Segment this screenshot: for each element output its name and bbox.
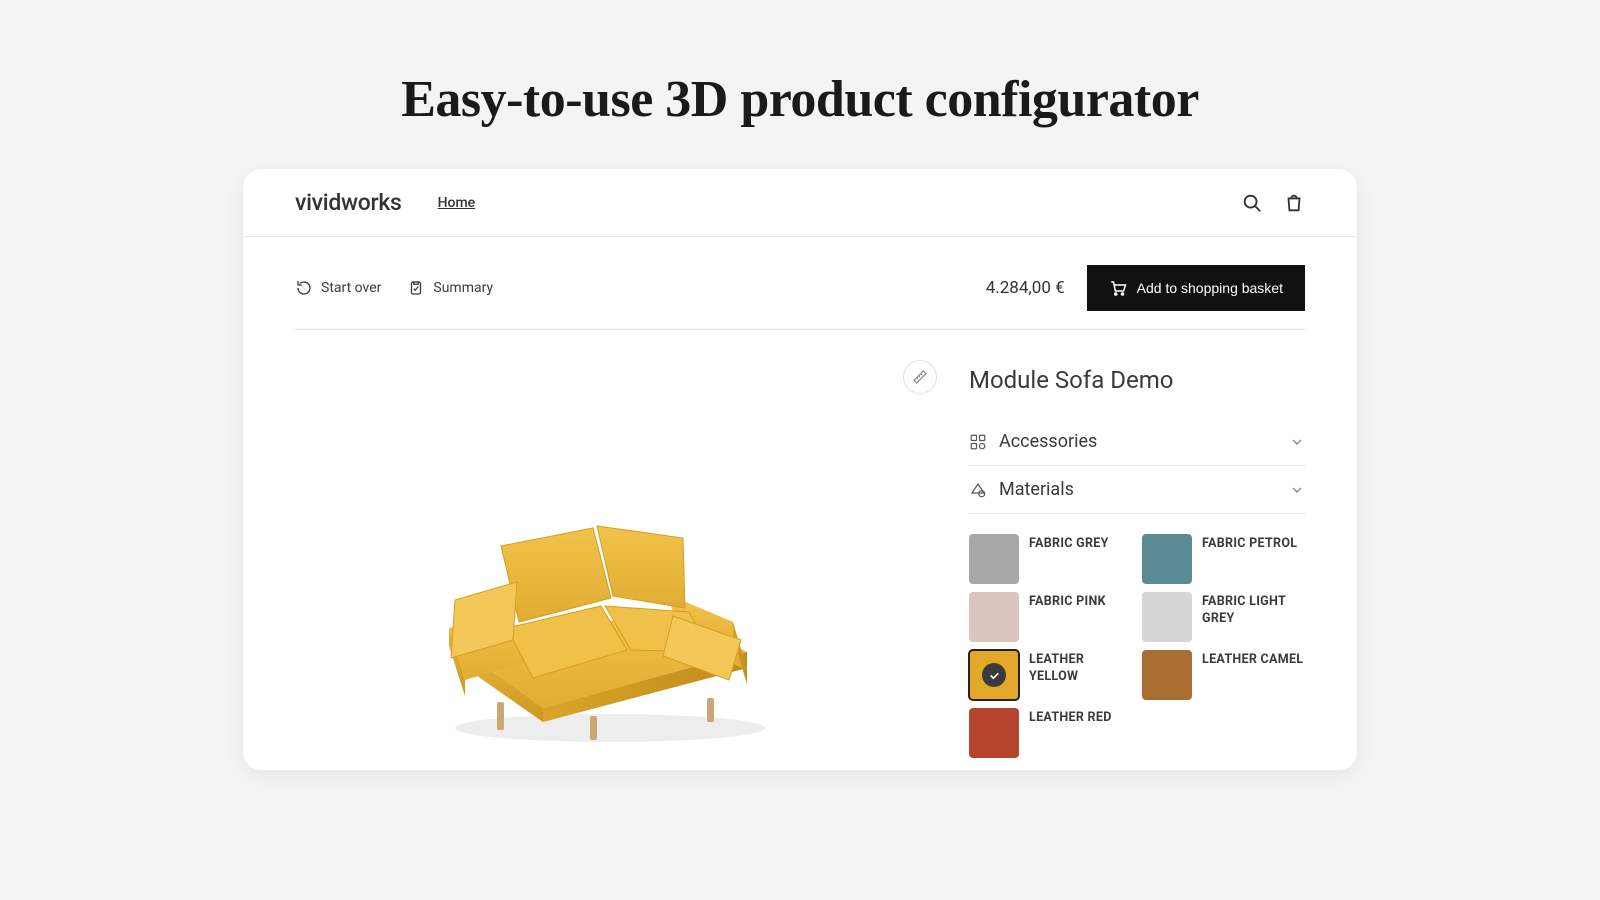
chevron-down-icon: [1289, 482, 1305, 498]
add-to-basket-button[interactable]: Add to shopping basket: [1087, 265, 1305, 311]
content-area: Module Sofa Demo Accessories Materials F…: [243, 330, 1357, 770]
measure-tool-button[interactable]: [903, 360, 937, 394]
ruler-icon: [912, 369, 928, 385]
product-title: Module Sofa Demo: [969, 366, 1305, 394]
chevron-down-icon: [1289, 434, 1305, 450]
cart-icon: [1109, 279, 1127, 297]
swatch-fabric-petrol[interactable]: FABRIC PETROL: [1142, 534, 1305, 584]
actionbar: Start over Summary 4.284,00 € Add to sho…: [243, 237, 1357, 329]
accessories-icon: [969, 433, 987, 451]
bag-icon[interactable]: [1283, 192, 1305, 214]
swatch-color: [969, 592, 1019, 642]
summary-label: Summary: [433, 280, 493, 296]
product-3d-preview[interactable]: [415, 490, 795, 750]
materials-icon: [969, 481, 987, 499]
brand-logo[interactable]: vividworks: [295, 189, 402, 216]
swatch-color: [1142, 534, 1192, 584]
swatch-leather-red[interactable]: LEATHER RED: [969, 708, 1132, 758]
accessories-label: Accessories: [999, 431, 1289, 452]
swatch-grid: FABRIC GREY FABRIC PETROL FABRIC PINK FABRI…: [969, 534, 1305, 758]
swatch-color: [1142, 650, 1192, 700]
accordion-materials[interactable]: Materials: [969, 466, 1305, 514]
add-to-basket-label: Add to shopping basket: [1137, 280, 1283, 296]
swatch-fabric-grey[interactable]: FABRIC GREY: [969, 534, 1132, 584]
price-display: 4.284,00 €: [986, 278, 1065, 298]
configurator-card: vividworks Home Start over Summary 4.284…: [243, 169, 1357, 770]
swatch-color: [969, 534, 1019, 584]
materials-label: Materials: [999, 479, 1289, 500]
swatch-label: FABRIC GREY: [1029, 534, 1109, 553]
check-icon: [982, 663, 1006, 687]
swatch-label: LEATHER CAMEL: [1202, 650, 1303, 669]
summary-button[interactable]: Summary: [407, 279, 493, 297]
swatch-label: LEATHER YELLOW: [1029, 650, 1132, 686]
restart-icon: [295, 279, 313, 297]
swatch-fabric-light-grey[interactable]: FABRIC LIGHT GREY: [1142, 592, 1305, 642]
accordion-accessories[interactable]: Accessories: [969, 418, 1305, 466]
swatch-color: [969, 708, 1019, 758]
topbar: vividworks Home: [243, 169, 1357, 237]
nav-home[interactable]: Home: [438, 195, 476, 211]
clipboard-icon: [407, 279, 425, 297]
swatch-color: [969, 650, 1019, 700]
swatch-label: LEATHER RED: [1029, 708, 1112, 727]
page-title: Easy-to-use 3D product configurator: [0, 0, 1600, 169]
swatch-label: FABRIC PINK: [1029, 592, 1106, 611]
swatch-label: FABRIC LIGHT GREY: [1202, 592, 1305, 628]
swatch-color: [1142, 592, 1192, 642]
side-panel: Module Sofa Demo Accessories Materials F…: [955, 348, 1305, 770]
swatch-leather-yellow[interactable]: LEATHER YELLOW: [969, 650, 1132, 700]
start-over-label: Start over: [321, 280, 381, 296]
product-viewport[interactable]: [295, 348, 955, 770]
start-over-button[interactable]: Start over: [295, 279, 381, 297]
swatch-label: FABRIC PETROL: [1202, 534, 1297, 553]
search-icon[interactable]: [1241, 192, 1263, 214]
swatch-leather-camel[interactable]: LEATHER CAMEL: [1142, 650, 1305, 700]
swatch-fabric-pink[interactable]: FABRIC PINK: [969, 592, 1132, 642]
